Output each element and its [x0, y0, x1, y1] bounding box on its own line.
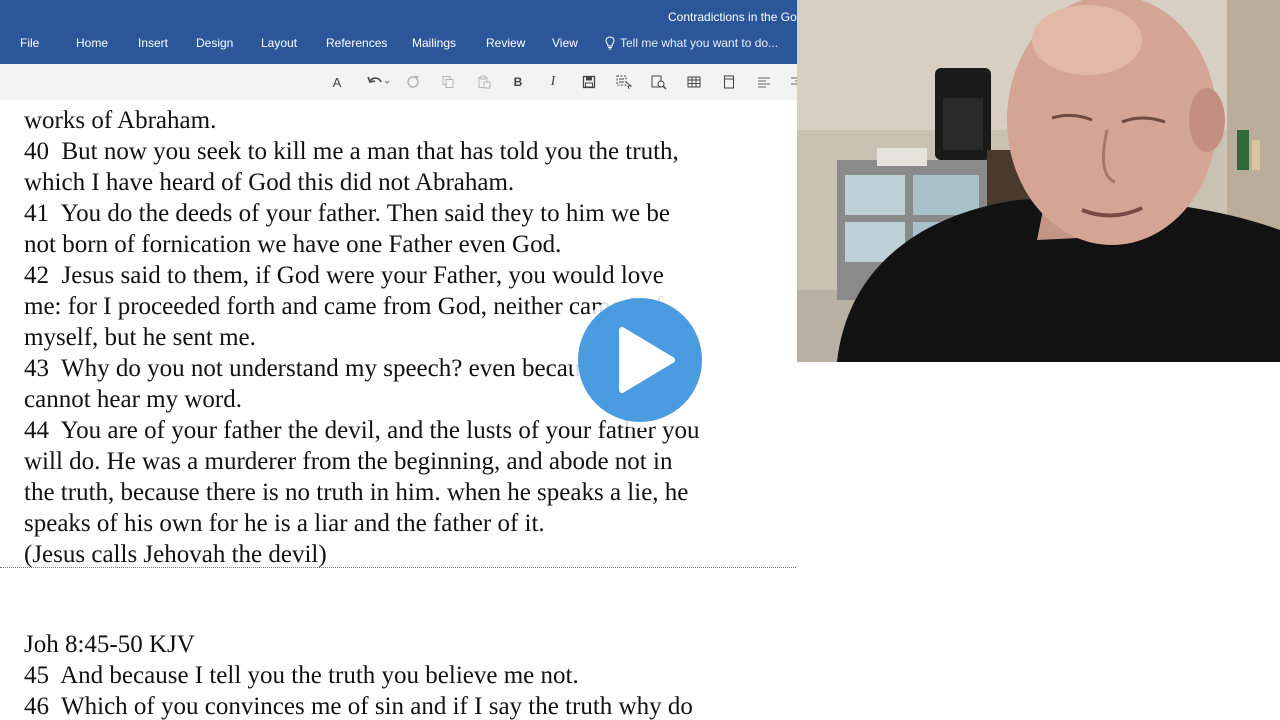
document-line[interactable]: the truth, because there is no truth in …: [24, 477, 794, 508]
document-line[interactable]: Joh 8:45-50 KJV: [24, 629, 794, 660]
window-title: Contradictions in the Go: [668, 10, 797, 24]
tab-insert[interactable]: Insert: [138, 36, 168, 50]
page-layout-button[interactable]: [720, 73, 738, 91]
print-preview-icon: [651, 75, 667, 89]
document-line[interactable]: will do. He was a murderer from the begi…: [24, 446, 794, 477]
tab-file[interactable]: File: [20, 36, 39, 50]
tab-mailings[interactable]: Mailings: [412, 36, 456, 50]
document-line[interactable]: works of Abraham.: [24, 105, 794, 136]
quick-toolbar: A B I: [0, 64, 797, 101]
insert-table-button[interactable]: [685, 73, 703, 91]
play-button[interactable]: [570, 290, 710, 430]
undo-icon: [367, 76, 390, 84]
paste-icon: [478, 75, 491, 89]
bold-label: B: [513, 75, 523, 89]
tab-design[interactable]: Design: [196, 36, 233, 50]
redo-button[interactable]: [404, 73, 422, 91]
document-line[interactable]: 45 And because I tell you the truth you …: [24, 660, 794, 691]
italic-label: I: [550, 74, 556, 89]
copy-button[interactable]: [439, 73, 457, 91]
tell-me-search[interactable]: Tell me what you want to do...: [605, 36, 778, 50]
document-line[interactable]: 40 But now you seek to kill me a man tha…: [24, 136, 794, 167]
play-icon: [572, 292, 708, 428]
font-size-button[interactable]: A: [328, 73, 346, 91]
paste-button[interactable]: [475, 73, 493, 91]
tab-view[interactable]: View: [552, 36, 578, 50]
document-line[interactable]: speaks of his own for he is a liar and t…: [24, 508, 794, 539]
page-break-divider: [0, 567, 797, 568]
tell-me-label: Tell me what you want to do...: [620, 36, 779, 50]
tab-references[interactable]: References: [326, 36, 387, 50]
document-line[interactable]: 41 You do the deeds of your father. Then…: [24, 198, 794, 229]
select-icon: [616, 75, 632, 89]
undo-button[interactable]: [364, 73, 392, 91]
tab-review[interactable]: Review: [486, 36, 525, 50]
document-line[interactable]: [24, 598, 794, 629]
redo-icon: [407, 75, 420, 88]
align-left-icon: [758, 77, 770, 88]
page-icon: [724, 75, 734, 89]
document-line[interactable]: 42 Jesus said to them, if God were your …: [24, 260, 794, 291]
save-icon: [582, 75, 596, 89]
ribbon-bar: Contradictions in the Go File Home Insert D…: [0, 0, 797, 64]
copy-icon: [442, 76, 454, 88]
bold-button[interactable]: B: [509, 73, 527, 91]
webcam-video: [797, 0, 1280, 362]
tab-home[interactable]: Home: [76, 36, 108, 50]
webcam-scene-illustration: [797, 0, 1280, 362]
font-size-label: A: [332, 74, 342, 90]
document-line[interactable]: 46 Which of you convinces me of sin and …: [24, 691, 794, 720]
align-left-button[interactable]: [755, 73, 773, 91]
document-line[interactable]: (Jesus calls Jehovah the devil): [24, 539, 794, 570]
tab-layout[interactable]: Layout: [261, 36, 297, 50]
document-line[interactable]: which I have heard of God this did not A…: [24, 167, 794, 198]
document-line[interactable]: not born of fornication we have one Fath…: [24, 229, 794, 260]
lightbulb-icon: [605, 36, 615, 50]
document-text-continued[interactable]: Joh 8:45-50 KJV 45 And because I tell you…: [24, 598, 794, 720]
align-right-icon: [791, 77, 797, 85]
align-right-button[interactable]: [788, 73, 797, 91]
print-preview-button[interactable]: [650, 73, 668, 91]
select-button[interactable]: [615, 73, 633, 91]
italic-button[interactable]: I: [544, 73, 562, 91]
save-button[interactable]: [580, 73, 598, 91]
table-icon: [687, 76, 701, 88]
